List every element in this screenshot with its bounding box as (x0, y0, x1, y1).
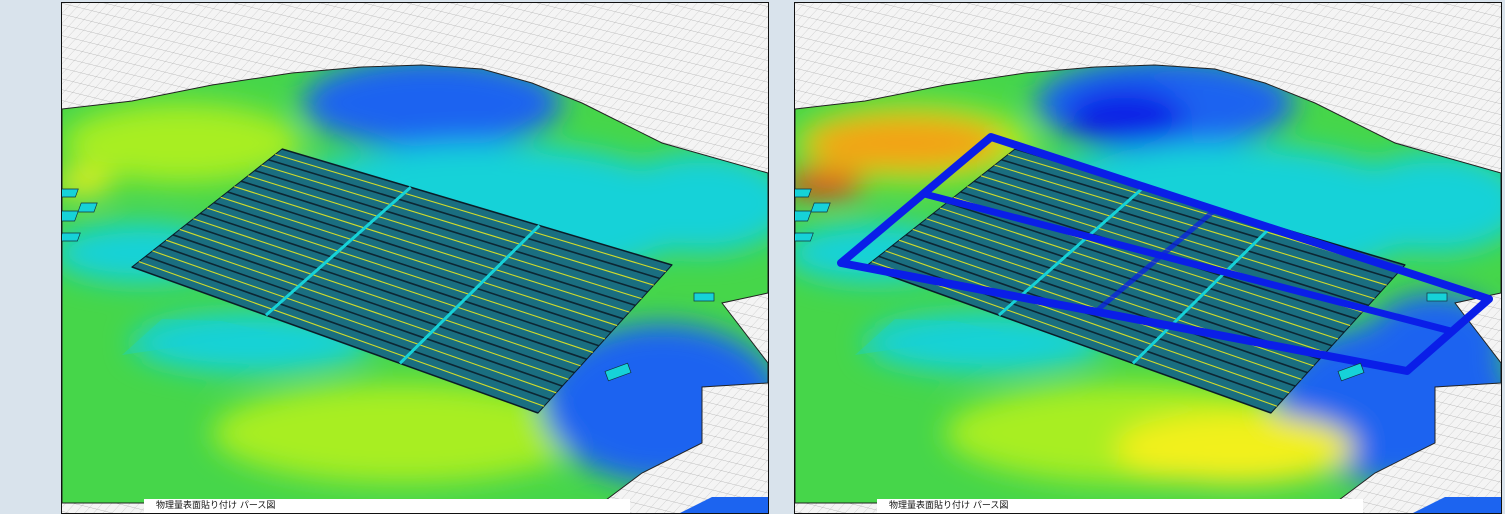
equipment-box (693, 292, 715, 302)
cfd-plot-right (795, 3, 1501, 513)
cfd-plot-left (62, 3, 768, 513)
panel-caption: 物理量表面貼り付け パース図 (144, 499, 630, 513)
panel-caption: 物理量表面貼り付け パース図 (877, 499, 1363, 513)
equipment-box (1426, 292, 1448, 302)
cfd-panel-left: 物理量表面貼り付け パース図 (61, 2, 769, 514)
cfd-panel-right: 物理量表面貼り付け パース図 (794, 2, 1502, 514)
